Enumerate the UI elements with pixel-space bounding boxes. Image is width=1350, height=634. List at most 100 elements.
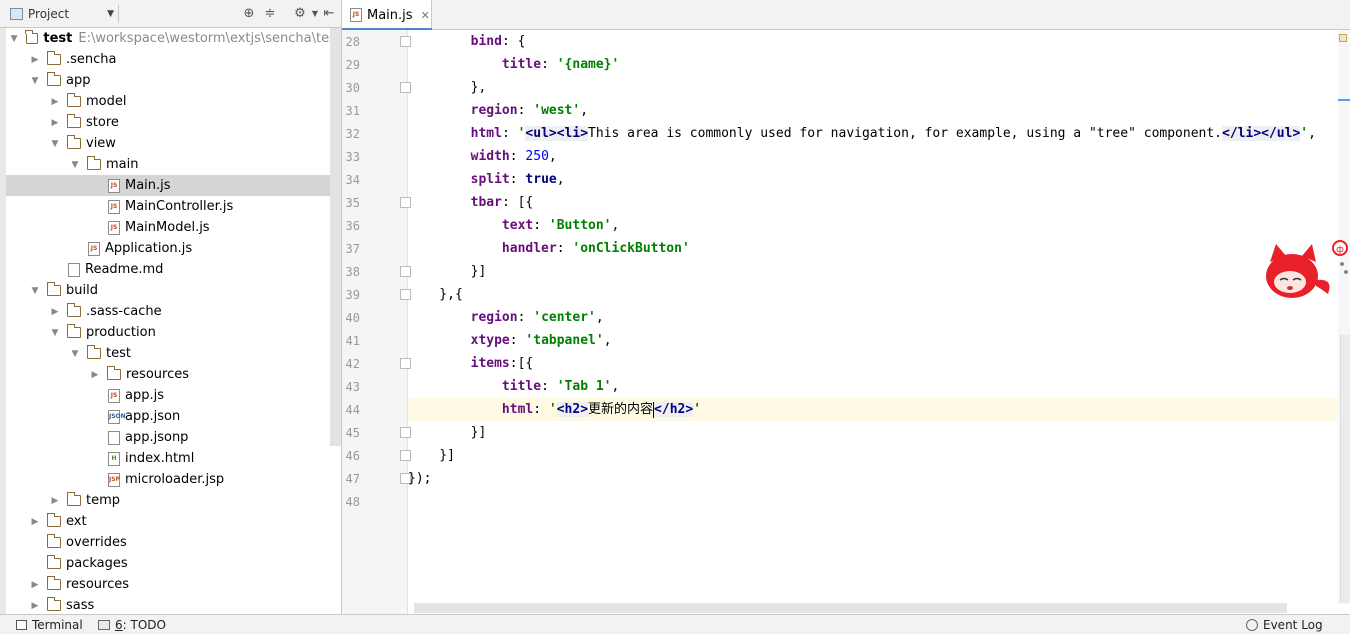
line-number: 35	[345, 196, 360, 210]
tree-item[interactable]: ▼ build	[6, 280, 341, 301]
tree-item-label: test	[43, 31, 73, 46]
code-line: }]	[408, 425, 487, 440]
tree-item[interactable]: ▶ resources	[6, 574, 341, 595]
tree-item[interactable]: ▶ model	[6, 91, 341, 112]
folder-icon	[66, 492, 81, 506]
line-number: 36	[345, 219, 360, 233]
code-line: handler: 'onClickButton'	[501, 241, 690, 256]
editor-gutter[interactable]: 28 29 30 31 32 33 34 35 36 37 38 39 40 41 42 43 44 45 46 47…	[342, 30, 436, 614]
tree-item[interactable]: ▼ test	[6, 343, 341, 364]
vertical-scrollbar[interactable]	[1340, 335, 1350, 603]
chevron-right-icon[interactable]: ▶	[50, 97, 60, 107]
code-line: bind: {	[470, 34, 526, 49]
chevron-down-icon[interactable]: ▼	[50, 328, 60, 338]
tree-item[interactable]: ▼ production	[6, 322, 341, 343]
hide-panel-icon[interactable]: ⇤	[320, 4, 338, 24]
scroll-position-marker	[1338, 99, 1350, 101]
collapse-all-icon[interactable]: ≑	[261, 4, 279, 24]
line-number: 33	[345, 150, 360, 164]
chevron-down-icon[interactable]: ▼	[10, 34, 19, 44]
code-editor[interactable]: bind: { title: '{name}' }, region: 'west…	[408, 30, 1338, 600]
tree-item[interactable]: JS app.js	[6, 385, 341, 406]
tree-item-label: build	[66, 283, 98, 298]
tree-item[interactable]: JS Main.js	[6, 175, 341, 196]
tree-item-label: packages	[66, 556, 128, 571]
current-code-line: html: '<h2>更新的内容</h2>'	[408, 398, 1338, 421]
project-icon	[10, 8, 23, 20]
project-tree[interactable]: ▼ test E:\workspace\westorm\extjs\sencha\t…	[6, 28, 341, 614]
tree-item[interactable]: packages	[6, 553, 341, 574]
tree-scrollbar[interactable]	[330, 28, 341, 446]
folder-icon	[46, 576, 61, 590]
tree-item-label: main	[106, 157, 139, 172]
line-number: 32	[345, 127, 360, 141]
code-line: tbar: [{	[470, 195, 534, 210]
line-number: 41	[345, 334, 360, 348]
tree-item-label: Application.js	[105, 241, 193, 256]
line-number: 42	[345, 357, 360, 371]
tree-item[interactable]: ▶ ext	[6, 511, 341, 532]
tree-item[interactable]: JS MainModel.js	[6, 217, 341, 238]
tree-item[interactable]: ▼ view	[6, 133, 341, 154]
tree-item[interactable]: ▶ .sass-cache	[6, 301, 341, 322]
chevron-down-icon[interactable]: ▼	[30, 286, 40, 296]
chevron-right-icon[interactable]: ▶	[50, 496, 60, 506]
terminal-button[interactable]: Terminal	[16, 617, 83, 633]
code-line: }]	[408, 448, 455, 463]
tree-item-label: model	[86, 94, 127, 109]
tree-item[interactable]: ▼ app	[6, 70, 341, 91]
chevron-down-icon[interactable]: ▼	[30, 76, 40, 86]
editor-area: JS Main.js ✕ 28 29 30 31 32 33 34 35 36 37 38 39 40 4…	[342, 0, 1350, 614]
line-number: 37	[345, 242, 360, 256]
tree-item[interactable]: Readme.md	[6, 259, 341, 280]
tree-item-label: temp	[86, 493, 121, 508]
event-log-icon	[1246, 619, 1258, 631]
tree-item[interactable]: Hindex.html	[6, 448, 341, 469]
tree-item[interactable]: JSP microloader.jsp	[6, 469, 341, 490]
tree-item[interactable]: ▶ temp	[6, 490, 341, 511]
json-file-icon: JSON	[108, 409, 126, 424]
code-line: items:[{	[470, 356, 534, 371]
folder-icon	[25, 30, 39, 44]
chevron-right-icon[interactable]: ▶	[30, 580, 40, 590]
chevron-right-icon[interactable]: ▶	[50, 118, 60, 128]
chevron-down-icon: ▼	[107, 9, 114, 19]
inspection-status-icon[interactable]	[1339, 34, 1347, 42]
chevron-right-icon[interactable]: ▶	[30, 601, 40, 611]
tree-item-label: app.jsonp	[125, 430, 189, 445]
tree-item-label: app.json	[125, 409, 181, 424]
file-file-icon	[108, 430, 120, 445]
tree-item[interactable]: ▼ test E:\workspace\westorm\extjs\sencha\t…	[6, 28, 341, 49]
folder-icon	[46, 282, 61, 296]
chevron-down-icon[interactable]: ▼	[70, 160, 80, 170]
line-number: 48	[345, 495, 360, 509]
line-number: 43	[345, 380, 360, 394]
horizontal-scrollbar[interactable]	[414, 603, 1287, 613]
project-header: Project ▼ ⊕ ≑ ⚙ ▼ ⇤	[0, 0, 341, 28]
chevron-right-icon[interactable]: ▶	[30, 55, 40, 65]
chevron-down-icon[interactable]: ▼	[70, 349, 80, 359]
line-number: 29	[345, 58, 360, 72]
tab-main-js[interactable]: JS Main.js ✕	[342, 0, 432, 30]
todo-button[interactable]: 6: TODO	[98, 617, 166, 633]
tree-item[interactable]: ▶ resources	[6, 364, 341, 385]
chevron-right-icon[interactable]: ▶	[50, 307, 60, 317]
chevron-right-icon[interactable]: ▶	[90, 370, 100, 380]
line-number: 46	[345, 449, 360, 463]
tree-item[interactable]: JS Application.js	[6, 238, 341, 259]
chevron-down-icon[interactable]: ▼	[50, 139, 60, 149]
tree-item[interactable]: app.jsonp	[6, 427, 341, 448]
tree-item[interactable]: ▶ .sencha	[6, 49, 341, 70]
folder-icon	[106, 366, 121, 380]
tree-item[interactable]: ▶ sass	[6, 595, 341, 616]
tree-item[interactable]: ▶ store	[6, 112, 341, 133]
event-log-button[interactable]: Event Log	[1246, 617, 1323, 633]
tree-item[interactable]: JSON app.json	[6, 406, 341, 427]
close-icon[interactable]: ✕	[421, 9, 430, 22]
locate-icon[interactable]: ⊕	[240, 4, 258, 24]
tree-item[interactable]: JS MainController.js	[6, 196, 341, 217]
tree-item[interactable]: overrides	[6, 532, 341, 553]
tree-item[interactable]: ▼ main	[6, 154, 341, 175]
project-view-selector[interactable]: Project ▼	[10, 4, 114, 24]
chevron-right-icon[interactable]: ▶	[30, 517, 40, 527]
